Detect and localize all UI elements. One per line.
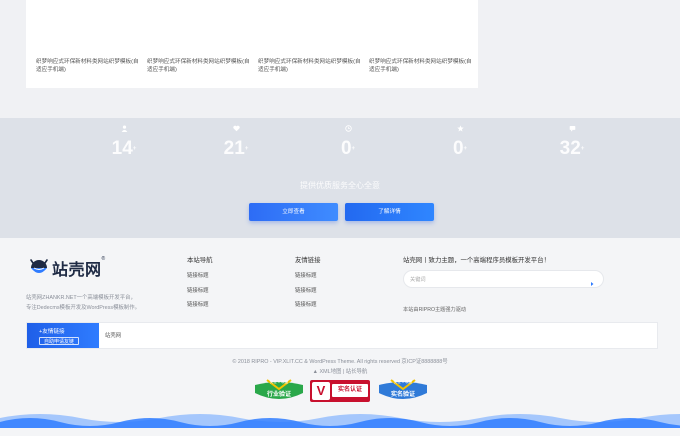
stat-item: 0+ — [318, 125, 378, 160]
heart-icon — [206, 125, 266, 135]
industry-verify-badge[interactable]: 安全 V 联盟 行业验证 — [251, 379, 307, 403]
friend-link[interactable]: 链接标题 — [295, 300, 317, 308]
search-input[interactable]: 关键词 — [403, 270, 604, 288]
v-mark-icon: V — [312, 382, 330, 400]
stats-caption: 提供优质服务全心全意 — [300, 181, 380, 190]
stat-value: 0+ — [452, 138, 468, 159]
footer-sublinks[interactable]: ▲ XML地图 | 站长导航 — [0, 367, 680, 375]
stat-item: 21+ — [206, 125, 266, 160]
stat-item: 0+ — [430, 125, 490, 160]
stat-item: 32+ — [542, 125, 602, 160]
site-nav-link[interactable]: 链接标题 — [187, 300, 209, 308]
search-arrow-icon[interactable] — [588, 275, 596, 286]
footer-description: 站壳网ZHANKR.NET一个高端模板开发平台， 专注Dedecms模板开发及W… — [26, 295, 141, 311]
stat-value: 14+ — [111, 138, 137, 159]
star-icon — [430, 125, 490, 135]
logo-text: 站壳网® — [52, 256, 106, 279]
sitemap-icon: ▲ — [312, 369, 318, 375]
friend-link[interactable]: 链接标题 — [295, 271, 317, 279]
stat-value: 32+ — [559, 138, 585, 159]
footer-logo[interactable]: 站壳网® — [29, 256, 106, 279]
product-card[interactable]: 织梦响应式环保新材料类网站织梦模板(自适应手机端) — [36, 0, 140, 88]
search-title: 站壳网丨致力主题，一个高端程序员模板开发平台！ — [403, 257, 550, 264]
product-card-panel: 织梦响应式环保新材料类网站织梦模板(自适应手机端) 织梦响应式环保新材料类网站织… — [26, 0, 478, 88]
friend-link-item[interactable]: 站壳网 — [105, 331, 121, 339]
footer-wave-decoration — [0, 408, 680, 436]
product-thumbnail[interactable] — [36, 0, 140, 52]
product-thumbnail[interactable] — [369, 0, 473, 52]
copyright-text: © 2018 RIPRO - VIP.XLIT.CC & WordPress T… — [232, 359, 448, 365]
product-title[interactable]: 织梦响应式环保新材料类网站织梦模板(自适应手机端) — [147, 58, 251, 74]
user-icon — [94, 125, 154, 135]
chat-icon — [542, 125, 602, 135]
apply-link-button[interactable]: 自助申请友链 — [39, 337, 80, 345]
friend-link-tab-label: +友情链接 — [39, 329, 65, 335]
identity-verify-badge[interactable]: 安全 V 联盟 实名验证 — [375, 379, 431, 403]
site-nav-title: 本站导航 — [187, 257, 213, 264]
site-nav-link[interactable]: 链接标题 — [187, 286, 209, 294]
search-placeholder: 关键词 — [410, 277, 426, 283]
powered-by-text: 本站由RIPRO主题强力驱动 — [403, 307, 467, 313]
product-card[interactable]: 织梦响应式环保新材料类网站织梦模板(自适应手机端) — [369, 0, 473, 88]
friend-link[interactable]: 链接标题 — [295, 286, 317, 294]
product-title[interactable]: 织梦响应式环保新材料类网站织梦模板(自适应手机端) — [369, 58, 473, 74]
product-title[interactable]: 织梦响应式环保新材料类网站织梦模板(自适应手机端) — [36, 58, 140, 74]
real-name-badge[interactable]: V 实名认证 — [310, 379, 370, 403]
product-thumbnail[interactable] — [258, 0, 362, 52]
site-nav-link[interactable]: 链接标题 — [187, 271, 209, 279]
stat-item: 14+ — [94, 125, 154, 160]
shell-logo-icon — [29, 259, 49, 277]
friend-link-bar: +友情链接 自助申请友链 站壳网 — [26, 322, 658, 349]
view-now-button[interactable]: 立即查看 — [249, 203, 338, 221]
learn-more-button[interactable]: 了解详情 — [345, 203, 434, 221]
stat-value: 21+ — [223, 138, 249, 159]
friend-links-title: 友情链接 — [295, 257, 321, 264]
product-card[interactable]: 织梦响应式环保新材料类网站织梦模板(自适应手机端) — [147, 0, 251, 88]
stat-value: 0+ — [340, 138, 356, 159]
product-thumbnail[interactable] — [147, 0, 251, 52]
product-title[interactable]: 织梦响应式环保新材料类网站织梦模板(自适应手机端) — [258, 58, 362, 74]
product-card[interactable]: 织梦响应式环保新材料类网站织梦模板(自适应手机端) — [258, 0, 362, 88]
friend-link-tab[interactable]: +友情链接 自助申请友链 — [27, 323, 99, 348]
clock-icon — [318, 125, 378, 135]
